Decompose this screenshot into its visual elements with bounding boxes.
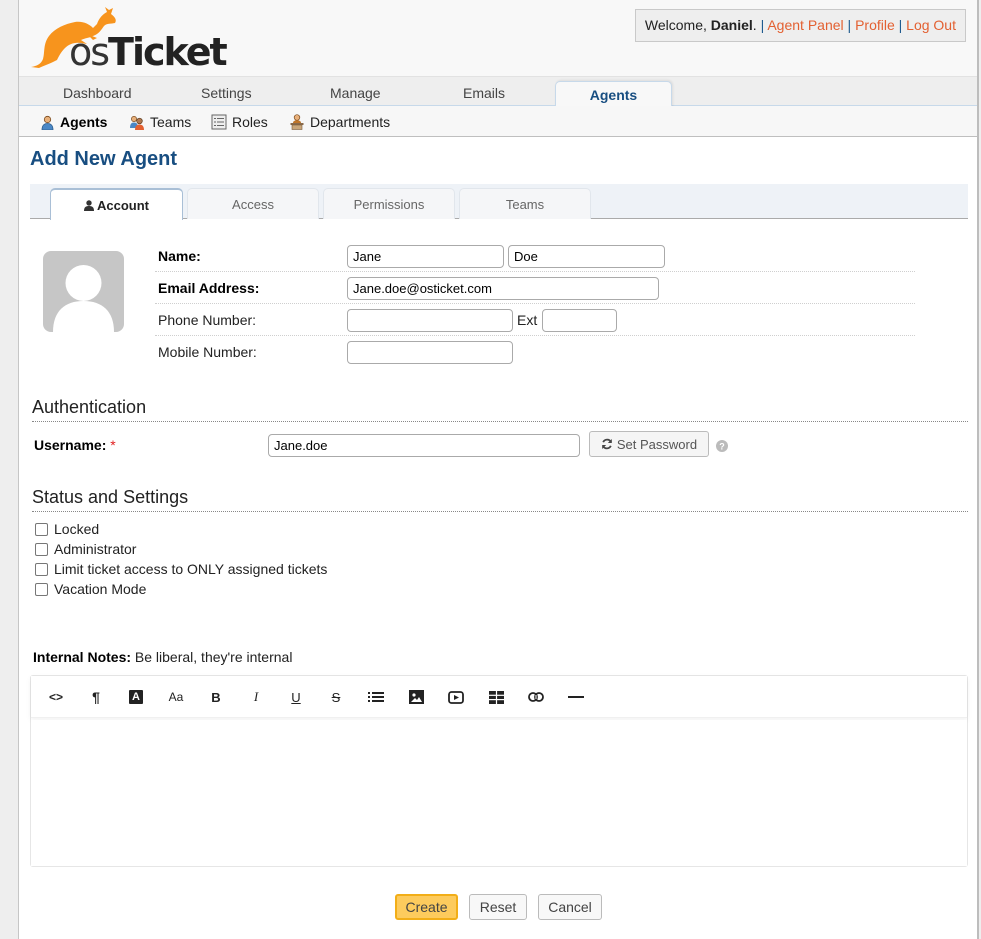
roles-icon (211, 114, 227, 130)
subnav-item-roles[interactable]: Roles (211, 114, 268, 130)
user-name: Daniel (710, 17, 753, 33)
svg-text:?: ? (719, 442, 725, 452)
user-icon (84, 200, 94, 211)
subnav-item-teams[interactable]: Teams (129, 114, 191, 130)
set-password-button[interactable]: Set Password (589, 431, 709, 457)
locked-checkbox[interactable] (35, 522, 48, 536)
list-icon[interactable] (364, 686, 388, 708)
help-icon[interactable]: ? (716, 440, 728, 452)
mobile-label: Mobile Number: (158, 344, 257, 360)
tab-teams[interactable]: Teams (459, 188, 591, 219)
text-color-icon[interactable]: A (124, 686, 148, 708)
email-row: Email Address: (155, 272, 915, 304)
refresh-icon (602, 438, 612, 450)
email-label: Email Address: (158, 280, 260, 296)
phone-input[interactable] (347, 309, 513, 332)
welcome-bar: Welcome, Daniel. | Agent Panel | Profile… (634, 9, 966, 42)
administrator-checkbox[interactable] (35, 542, 48, 556)
reset-button[interactable]: Reset (469, 894, 527, 920)
limit-access-option[interactable]: Limit ticket access to ONLY assigned tic… (34, 561, 327, 577)
vacation-mode-option[interactable]: Vacation Mode (34, 581, 146, 597)
editor-toolbar: <> ¶ A Aa B I U S (31, 676, 967, 718)
nav-tab-manage[interactable]: Manage (330, 85, 381, 101)
default-avatar-icon (43, 251, 124, 332)
subnav-item-departments[interactable]: Departments (289, 114, 390, 130)
name-row: Name: (155, 240, 915, 272)
username-input[interactable] (268, 434, 580, 457)
nav-tab-settings[interactable]: Settings (201, 85, 252, 101)
last-name-input[interactable] (508, 245, 665, 268)
bold-icon[interactable]: B (204, 686, 228, 708)
rich-text-editor: <> ¶ A Aa B I U S (30, 675, 968, 867)
internal-notes-label: Internal Notes: Be liberal, they're inte… (33, 649, 293, 665)
agent-icon (41, 115, 54, 130)
separator: | (760, 17, 765, 33)
osticket-logo[interactable]: osTicket (27, 4, 237, 72)
cancel-button[interactable]: Cancel (538, 894, 602, 920)
tab-account[interactable]: Account (50, 188, 183, 220)
link-icon[interactable] (524, 686, 548, 708)
font-size-icon[interactable]: Aa (164, 686, 188, 708)
ext-label: Ext (517, 312, 538, 328)
form-tabs: Account Access Permissions Teams (30, 184, 968, 220)
profile-link[interactable]: Profile (855, 17, 895, 33)
avatar (43, 251, 124, 332)
code-view-icon[interactable]: <> (44, 686, 68, 708)
required-marker: * (110, 437, 116, 453)
tab-access[interactable]: Access (187, 188, 319, 219)
notes-editor-body[interactable] (31, 720, 967, 866)
image-icon[interactable] (404, 686, 428, 708)
welcome-text: Welcome, (644, 17, 711, 33)
subnav-item-agents[interactable]: Agents (40, 114, 107, 130)
status-settings-heading: Status and Settings (32, 487, 968, 512)
mobile-input[interactable] (347, 341, 513, 364)
logo-text: osTicket (69, 30, 228, 74)
vacation-mode-checkbox[interactable] (35, 582, 48, 596)
mobile-row: Mobile Number: (155, 336, 915, 368)
name-label: Name: (158, 248, 201, 264)
ext-input[interactable] (542, 309, 617, 332)
page-title: Add New Agent (30, 148, 178, 170)
tab-permissions[interactable]: Permissions (323, 188, 455, 219)
create-button[interactable]: Create (395, 894, 458, 920)
phone-row: Phone Number: Ext (155, 304, 915, 336)
horizontal-line-icon[interactable] (564, 686, 588, 708)
logout-link[interactable]: Log Out (906, 17, 956, 33)
header: osTicket Welcome, Daniel. | Agent Panel … (19, 0, 977, 76)
phone-label: Phone Number: (158, 312, 257, 328)
username-label: Username: * (34, 437, 116, 453)
strikethrough-icon[interactable]: S (324, 686, 348, 708)
first-name-input[interactable] (347, 245, 504, 268)
departments-icon (290, 114, 304, 130)
authentication-heading: Authentication (32, 397, 968, 422)
table-icon[interactable] (484, 686, 508, 708)
locked-option[interactable]: Locked (34, 521, 99, 537)
teams-icon (130, 115, 144, 130)
separator: | (898, 17, 903, 33)
main-nav: Dashboard Settings Manage Emails Agents (19, 76, 977, 108)
sub-nav: Agents Teams Roles Departments (19, 106, 977, 137)
underline-icon[interactable]: U (284, 686, 308, 708)
nav-tab-emails[interactable]: Emails (463, 85, 505, 101)
video-icon[interactable] (444, 686, 468, 708)
nav-tab-agents[interactable]: Agents (555, 81, 672, 108)
agent-panel-link[interactable]: Agent Panel (767, 17, 843, 33)
internal-notes-hint: Be liberal, they're internal (134, 649, 293, 665)
email-input[interactable] (347, 277, 659, 300)
italic-icon[interactable]: I (244, 686, 268, 708)
separator: | (847, 17, 852, 33)
nav-tab-dashboard[interactable]: Dashboard (63, 85, 132, 101)
paragraph-format-icon[interactable]: ¶ (84, 686, 108, 708)
limit-access-checkbox[interactable] (35, 562, 48, 576)
page-container: osTicket Welcome, Daniel. | Agent Panel … (18, 0, 979, 939)
administrator-option[interactable]: Administrator (34, 541, 136, 557)
